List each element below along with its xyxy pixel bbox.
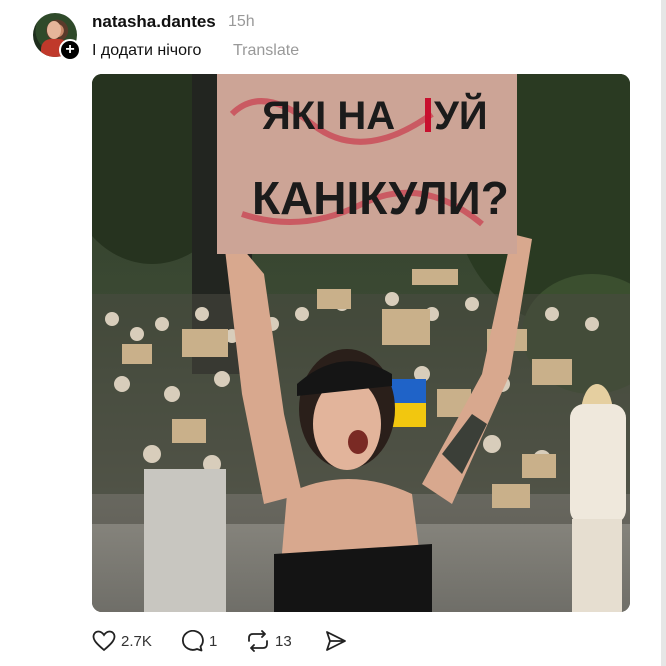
window-edge [661,0,666,666]
share-button[interactable] [324,628,348,654]
sign-text-line1-end: УЙ [434,92,488,138]
send-icon [326,631,346,651]
avatar[interactable]: + [33,13,81,61]
repost-count: 13 [275,632,292,650]
like-count: 2.7K [121,632,152,650]
plus-icon[interactable]: + [59,39,81,61]
reply-button[interactable]: 1 [180,628,217,654]
reply-count: 1 [209,632,218,650]
repost-button[interactable]: 13 [246,628,292,654]
post-time[interactable]: 15h [228,13,255,31]
sign-text-line2: КАНІКУЛИ? [252,172,509,224]
translate-link[interactable]: Translate [233,42,299,60]
post-caption: І додати нічого [92,42,202,59]
comment-icon [181,630,204,652]
username[interactable]: natasha.dantes [92,12,216,32]
sign-text-line1: ЯКІ НА [262,94,395,138]
like-button[interactable]: 2.7K [92,628,152,654]
post-photo[interactable]: ЯКІ НА УЙ КАНІКУЛИ? [92,74,630,612]
heart-icon [92,630,116,652]
protest-photo-illustration: ЯКІ НА УЙ КАНІКУЛИ? [92,74,630,612]
repost-icon [248,630,268,652]
